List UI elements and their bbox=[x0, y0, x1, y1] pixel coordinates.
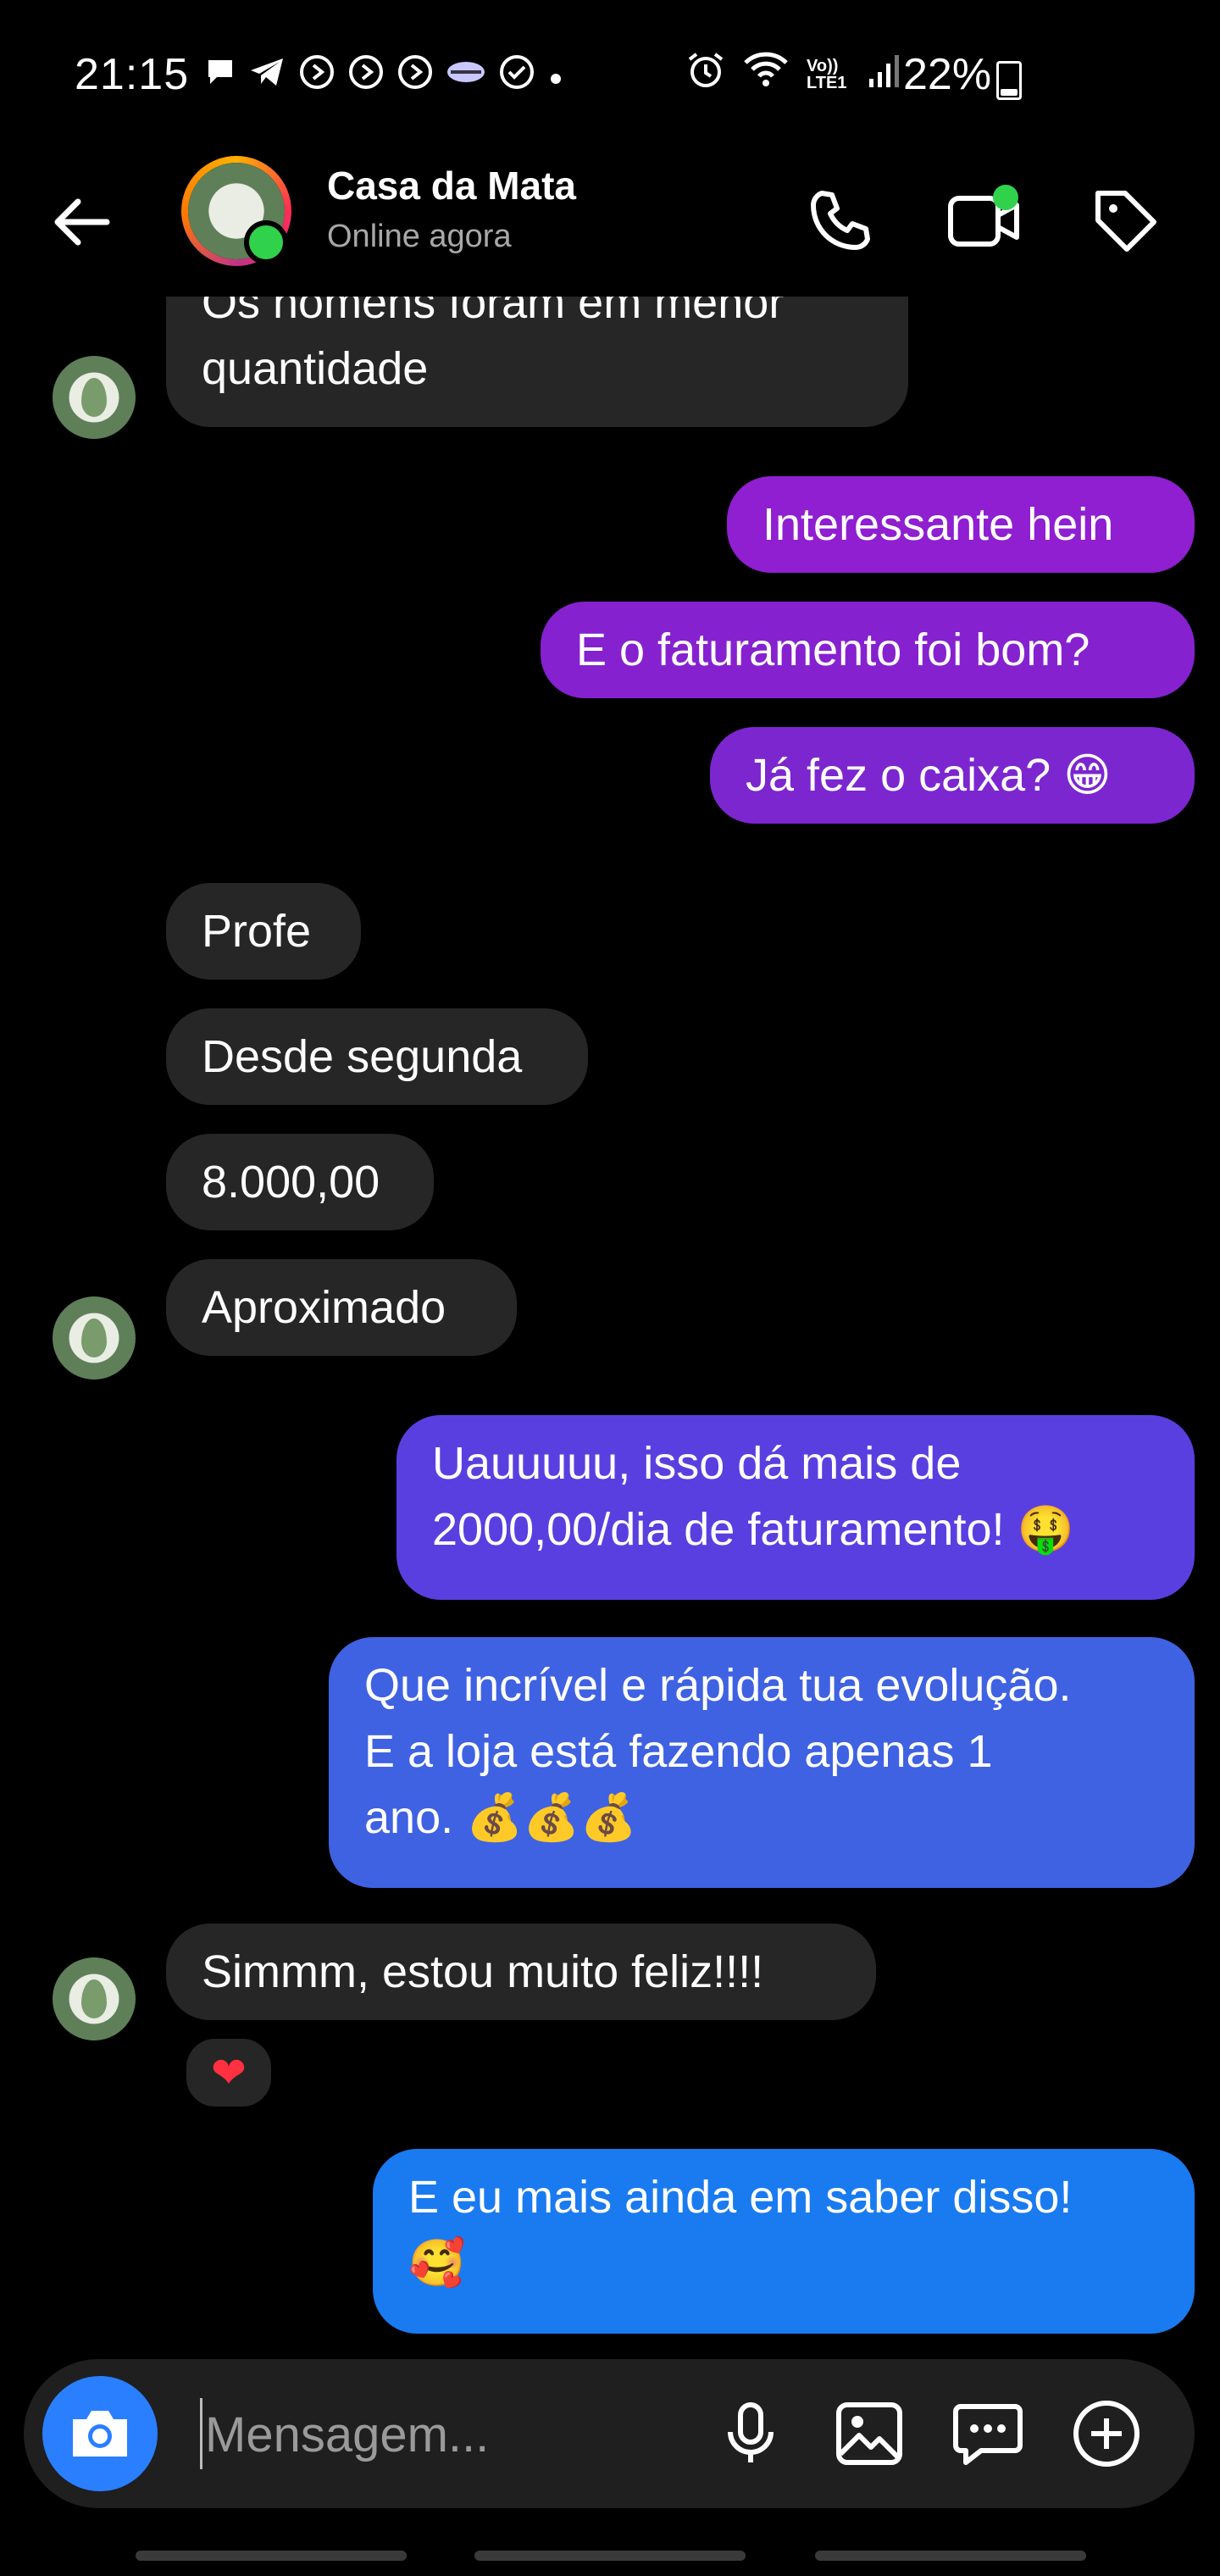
message-outgoing[interactable]: E eu mais ainda em saber disso! 🥰 bbox=[373, 2149, 1195, 2334]
message-outgoing[interactable]: Já fez o caixa? 😁 bbox=[710, 727, 1195, 824]
contact-avatar-small[interactable] bbox=[53, 1296, 136, 1380]
handshake-icon bbox=[446, 55, 486, 97]
message-icon bbox=[203, 55, 237, 97]
contact-avatar-small[interactable] bbox=[53, 1957, 136, 2040]
signal-icon bbox=[868, 52, 901, 97]
message-list[interactable]: Os homens foram em menor quantidade Inte… bbox=[0, 261, 1220, 2334]
status-bar: 21:15 Vo)) LTE1 22% bbox=[0, 0, 1220, 153]
video-call-icon[interactable] bbox=[942, 178, 1027, 263]
microphone-icon[interactable] bbox=[708, 2391, 793, 2476]
status-time: 21:15 bbox=[75, 50, 190, 99]
message-incoming[interactable]: Desde segunda bbox=[166, 1008, 588, 1105]
message-outgoing[interactable]: Interessante hein bbox=[727, 476, 1195, 573]
sticker-chat-icon[interactable] bbox=[946, 2391, 1030, 2476]
online-indicator bbox=[244, 220, 288, 264]
nav-hint-bar bbox=[474, 2551, 746, 2561]
check-icon bbox=[498, 53, 535, 99]
video-active-indicator bbox=[993, 185, 1018, 210]
alarm-icon bbox=[686, 51, 725, 98]
wifi-icon bbox=[742, 51, 790, 98]
contact-name[interactable]: Casa da Mata bbox=[327, 163, 576, 208]
chat-header: Casa da Mata Online agora bbox=[0, 153, 1220, 297]
text-caret bbox=[200, 2398, 202, 2469]
nav-hint-bar bbox=[136, 2551, 407, 2561]
back-arrow-icon[interactable] bbox=[47, 186, 119, 258]
message-outgoing[interactable]: E o faturamento foi bom? bbox=[541, 602, 1195, 698]
tag-icon[interactable] bbox=[1083, 178, 1167, 263]
app-icon bbox=[396, 53, 434, 99]
contact-status: Online agora bbox=[327, 219, 512, 254]
message-incoming[interactable]: Profe bbox=[166, 883, 361, 980]
message-incoming[interactable]: Simmm, estou muito feliz!!!! bbox=[166, 1924, 876, 2020]
phone-call-icon[interactable] bbox=[798, 178, 883, 263]
message-composer bbox=[24, 2359, 1195, 2508]
notification-icons bbox=[203, 53, 564, 99]
telegram-icon bbox=[249, 55, 286, 97]
network-label: Vo)) LTE1 bbox=[807, 57, 847, 92]
nav-hint-bar bbox=[815, 2551, 1086, 2561]
message-outgoing[interactable]: Que incrível e rápida tua evolução. E a … bbox=[329, 1637, 1195, 1888]
message-input[interactable] bbox=[203, 2388, 715, 2481]
dot-icon bbox=[547, 58, 564, 96]
app-icon bbox=[298, 53, 336, 99]
contact-avatar-small[interactable] bbox=[53, 356, 136, 439]
message-incoming[interactable]: 8.000,00 bbox=[166, 1134, 434, 1230]
message-outgoing[interactable]: Uauuuuu, isso dá mais de 2000,00/dia de … bbox=[396, 1415, 1195, 1600]
battery-percent: 22% bbox=[903, 50, 992, 99]
message-incoming[interactable]: Aproximado bbox=[166, 1259, 517, 1356]
app-icon bbox=[347, 53, 385, 99]
battery-icon bbox=[996, 61, 1022, 100]
add-plus-icon[interactable] bbox=[1064, 2391, 1149, 2476]
gallery-icon[interactable] bbox=[827, 2391, 912, 2476]
camera-icon[interactable] bbox=[42, 2376, 158, 2491]
heart-reaction-icon[interactable]: ❤ bbox=[181, 2034, 276, 2112]
